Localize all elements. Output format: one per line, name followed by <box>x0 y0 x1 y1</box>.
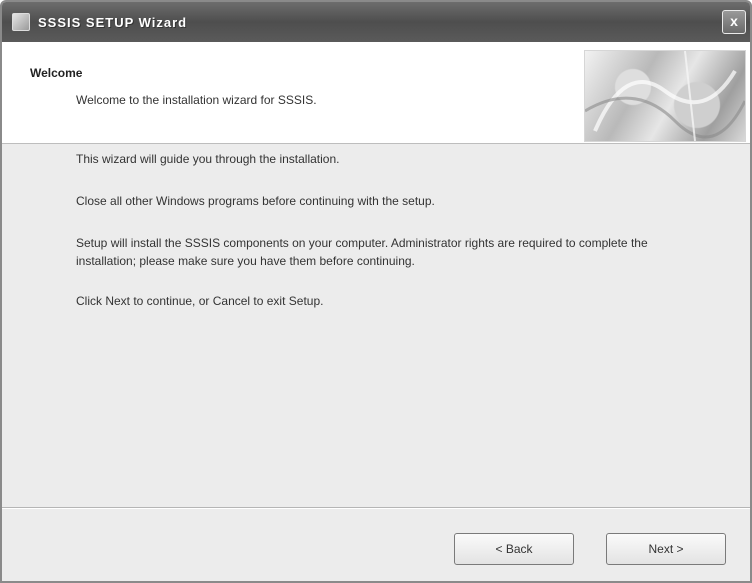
title-bar[interactable]: SSSIS SETUP Wizard x <box>2 2 750 42</box>
setup-wizard-window: SSSIS SETUP Wizard x Welcome Welcome to … <box>0 0 752 583</box>
close-button[interactable]: x <box>722 10 746 34</box>
button-separator <box>2 507 750 509</box>
close-programs-paragraph: Close all other Windows programs before … <box>76 194 435 208</box>
next-button[interactable]: Next > <box>606 533 726 565</box>
continue-paragraph: Click Next to continue, or Cancel to exi… <box>76 294 324 308</box>
back-button[interactable]: < Back <box>454 533 574 565</box>
intro-paragraph: This wizard will guide you through the i… <box>76 152 340 166</box>
header-banner-image <box>584 50 746 142</box>
banner-pattern <box>585 51 745 141</box>
setup-app-icon <box>12 13 30 31</box>
install-info-paragraph: Setup will install the SSSIS components … <box>76 236 648 268</box>
close-icon: x <box>730 13 738 29</box>
window-title: SSSIS SETUP Wizard <box>38 14 188 30</box>
header-subtitle: Welcome to the installation wizard for S… <box>76 93 317 107</box>
header-title: Welcome <box>30 66 83 80</box>
wizard-header: Welcome Welcome to the installation wiza… <box>2 42 750 144</box>
